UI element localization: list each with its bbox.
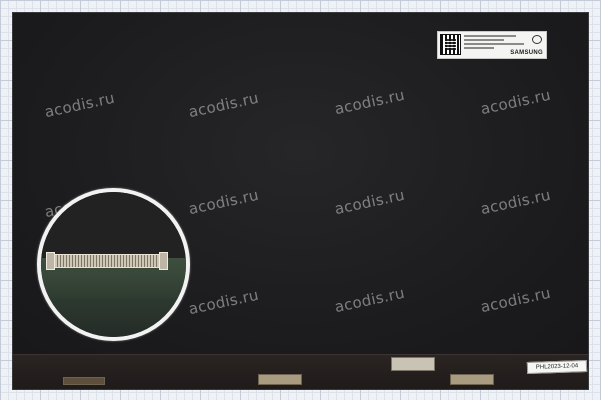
flex-tab-right — [450, 374, 494, 385]
zoom-connector-pins — [51, 254, 165, 268]
zoom-pcb-lower — [41, 298, 186, 337]
date-label: PHL2023-12-04 — [526, 359, 588, 375]
brand-label: SAMSUNG — [510, 50, 543, 56]
panel-bottom-strip — [13, 354, 588, 389]
connector-zoom-inset — [37, 188, 190, 341]
certification-mark-icon — [532, 35, 542, 44]
zoom-connector-latch-left — [46, 252, 55, 270]
flex-tab-left — [63, 377, 105, 385]
qr-code-icon — [440, 34, 461, 55]
flex-tab-center — [258, 374, 302, 385]
edp-connector — [391, 357, 435, 371]
zoom-connector-latch-right — [159, 252, 168, 270]
product-label-sticker: SAMSUNG — [437, 31, 547, 59]
zoom-panel-edge — [41, 192, 186, 258]
